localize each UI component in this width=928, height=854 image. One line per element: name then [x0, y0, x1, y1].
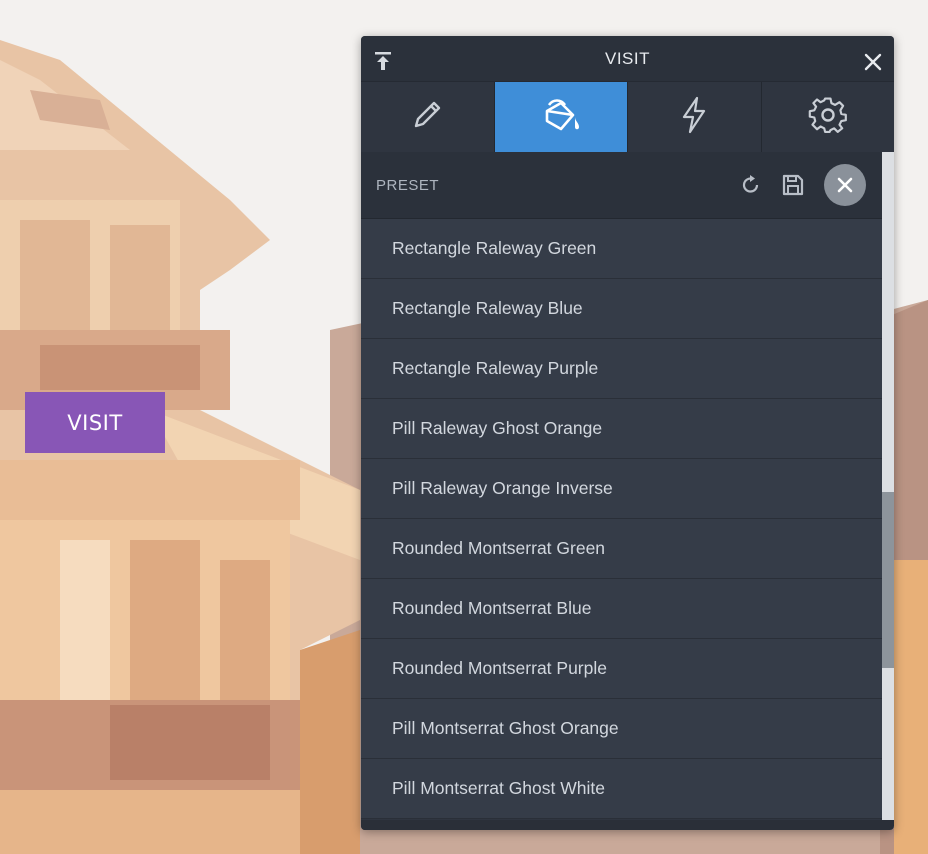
preset-label: PRESET [376, 176, 440, 194]
list-item[interactable]: Pill Raleway Ghost Orange [361, 399, 882, 459]
panel-header: VISIT [361, 36, 894, 82]
pin-top-icon[interactable] [373, 50, 393, 72]
reset-icon[interactable] [740, 174, 762, 196]
close-circle-icon[interactable] [824, 164, 866, 206]
close-icon[interactable] [864, 53, 882, 71]
list-item[interactable]: Pill Montserrat Ghost Orange [361, 699, 882, 759]
tab-actions[interactable] [628, 82, 762, 152]
list-item[interactable]: Rounded Montserrat Green [361, 519, 882, 579]
scrollbar[interactable] [882, 152, 894, 830]
lightning-icon [678, 95, 710, 140]
tab-settings[interactable] [761, 82, 894, 152]
list-item[interactable]: Rectangle Raleway Blue [361, 279, 882, 339]
preset-list: Rectangle Raleway Green Rectangle Ralewa… [361, 219, 882, 819]
tab-style[interactable] [494, 82, 628, 152]
tab-edit[interactable] [361, 82, 495, 152]
panel-title: VISIT [604, 48, 650, 68]
preset-content: PRESET Rectangle Raleway Green Rectangle… [361, 152, 894, 830]
list-item[interactable]: Pill Raleway Orange Inverse [361, 459, 882, 519]
list-item[interactable]: Rounded Montserrat Blue [361, 579, 882, 639]
panel-tabs [361, 82, 894, 153]
list-item[interactable]: Rectangle Raleway Green [361, 219, 882, 279]
preset-bar: PRESET [361, 152, 894, 219]
list-item[interactable]: Pill Montserrat Ghost White [361, 759, 882, 819]
list-item[interactable]: Rectangle Raleway Purple [361, 339, 882, 399]
settings-panel: VISIT PRESET Rectangle Raleway Green Rec… [361, 36, 894, 830]
save-icon[interactable] [782, 174, 804, 196]
gear-icon [808, 95, 848, 140]
paint-bucket-icon [539, 95, 583, 140]
visit-button[interactable]: VISIT [25, 392, 165, 453]
list-item[interactable]: Rounded Montserrat Purple [361, 639, 882, 699]
scrollbar-thumb[interactable] [882, 492, 894, 668]
panel-bottom [361, 820, 894, 830]
pencil-icon [408, 96, 446, 139]
